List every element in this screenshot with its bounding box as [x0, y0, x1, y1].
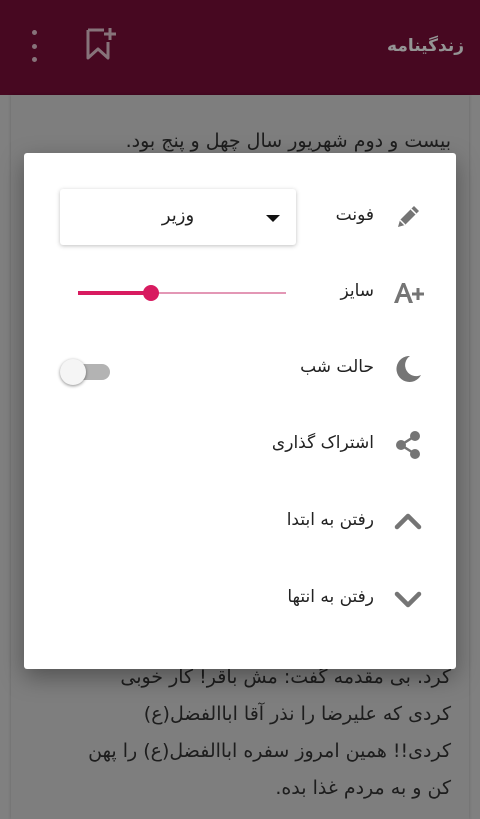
font-size-increase-icon	[392, 277, 424, 309]
size-slider[interactable]	[78, 283, 286, 303]
share-row[interactable]: اشتراک گذاری	[24, 417, 456, 473]
night-mode-toggle[interactable]	[60, 358, 110, 385]
share-label: اشتراک گذاری	[271, 433, 374, 453]
dropdown-arrow-icon	[266, 215, 280, 222]
moon-stars-icon	[392, 353, 424, 385]
size-label: سایز	[340, 281, 374, 301]
go-to-top-label: رفتن به ابتدا	[286, 510, 374, 530]
go-to-end-label: رفتن به انتها	[287, 587, 374, 607]
go-to-top-row[interactable]: رفتن به ابتدا	[24, 494, 456, 550]
share-icon	[392, 429, 424, 461]
slider-thumb[interactable]	[142, 285, 159, 301]
font-select[interactable]: وزیر	[60, 189, 296, 245]
reader-settings-dialog: فونت وزیر سایز حالت شب اشتراک گذاری رفتن…	[24, 153, 456, 669]
toggle-knob	[60, 359, 86, 385]
chevron-down-icon	[392, 583, 424, 615]
go-to-end-row[interactable]: رفتن به انتها	[24, 571, 456, 627]
pencil-icon	[392, 201, 424, 233]
night-mode-label: حالت شب	[300, 357, 374, 377]
chevron-up-icon	[392, 506, 424, 538]
slider-fill	[78, 291, 151, 295]
font-selected-value: وزیر	[161, 205, 195, 226]
font-label: فونت	[335, 205, 374, 225]
